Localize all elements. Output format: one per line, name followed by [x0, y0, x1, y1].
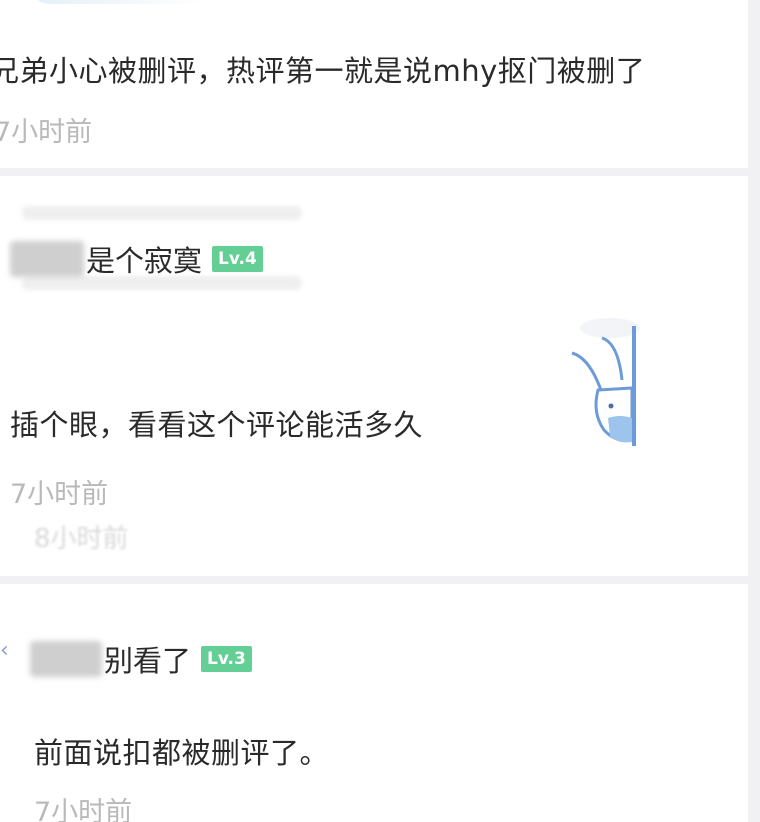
comment-text: 兄弟小心被删评，热评第一就是说mhy抠门被删了	[0, 54, 646, 88]
ghost-timestamp: 8小时前	[34, 524, 129, 554]
comment-text: 前面说扣都被删评了。	[34, 736, 330, 770]
left-edge-arrow-icon: ‹	[0, 638, 9, 663]
ghost-artifact	[22, 206, 302, 220]
comment-feed: 兄弟小心被删评，热评第一就是说mhy抠门被删了 7小时前 是个寂寞 Lv.4 插…	[0, 0, 760, 822]
blurred-username	[10, 241, 84, 277]
blurred-username	[30, 641, 102, 677]
level-badge: Lv.3	[201, 646, 252, 672]
comment-username[interactable]: 是个寂寞	[86, 238, 202, 280]
comment-card: 别看了 Lv.3 前面说扣都被删评了。 7小时前	[0, 584, 748, 822]
level-badge: Lv.4	[212, 246, 263, 272]
comment-text: 插个眼，看看这个评论能活多久	[10, 408, 424, 442]
comment-timestamp: 7小时前	[34, 797, 133, 822]
comment-username[interactable]: 别看了	[104, 638, 191, 680]
comment-card: 兄弟小心被删评，热评第一就是说mhy抠门被删了 7小时前	[0, 0, 748, 168]
comment-timestamp: 7小时前	[0, 117, 93, 148]
comment-timestamp: 7小时前	[10, 479, 109, 510]
rabbit-peeking-sticker	[571, 318, 640, 446]
comment-author-row: 别看了 Lv.3	[30, 638, 252, 680]
comment-author-row: 是个寂寞 Lv.4	[10, 238, 263, 280]
avatar-sliver	[30, 0, 210, 4]
